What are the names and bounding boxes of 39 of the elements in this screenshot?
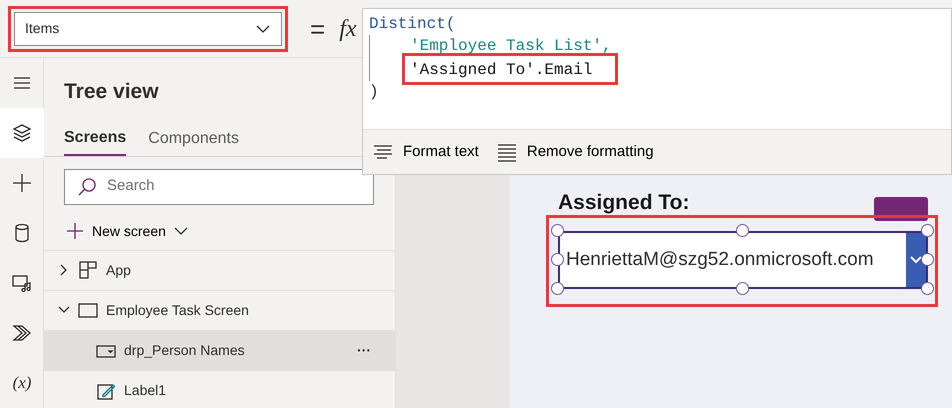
selection-handle[interactable]	[921, 282, 934, 295]
tree-item[interactable]: Label1	[44, 370, 395, 408]
toolbar-button[interactable]: Format text	[373, 140, 479, 164]
code-line: Distinct(	[369, 14, 456, 35]
selection-handle[interactable]	[736, 224, 749, 237]
selection-handle[interactable]	[921, 224, 934, 237]
panel-title: Tree view	[64, 79, 159, 105]
search-input[interactable]: Search	[105, 174, 345, 199]
automate-icon[interactable]	[12, 323, 32, 343]
tree-item[interactable]: drp_Person Names ···	[44, 330, 395, 370]
equals-sign: =	[310, 16, 326, 42]
dropdown-button[interactable]	[906, 233, 926, 287]
plus-icon[interactable]	[12, 173, 32, 193]
formula-editor[interactable]: Distinct( 'Employee Task List', 'Assigned To'.Email ) Format text Remove formatting	[362, 8, 952, 175]
tree-item[interactable]: App	[44, 250, 395, 290]
more-button[interactable]: ···	[357, 340, 371, 361]
selection-handle[interactable]	[551, 224, 564, 237]
code-line: )	[369, 82, 379, 103]
tab[interactable]: Components	[148, 126, 239, 156]
remove-formatting-icon	[496, 142, 517, 162]
selection-handle[interactable]	[551, 253, 564, 266]
dropdown-field[interactable]: HenriettaM@szg52.onmicrosoft.com	[558, 231, 928, 289]
property-dropdown[interactable]: Items	[14, 12, 282, 46]
layers-icon[interactable]	[12, 123, 32, 143]
code-line: 'Employee Task List',	[369, 35, 612, 57]
app-icon	[78, 260, 98, 280]
selection-handle[interactable]	[736, 282, 749, 295]
new-screen-button[interactable]: New screen	[44, 212, 395, 250]
toolbar-button[interactable]: Remove formatting	[496, 140, 654, 164]
field-label: Assigned To:	[558, 192, 690, 214]
media-icon[interactable]	[12, 273, 32, 293]
selection-handle[interactable]	[921, 253, 934, 266]
tab[interactable]: Screens	[64, 126, 126, 156]
selection-handle[interactable]	[551, 282, 564, 295]
fx-label: fx	[339, 14, 357, 44]
search-icon	[77, 176, 97, 196]
plus-icon	[66, 222, 84, 240]
variables-button[interactable]: (x)	[0, 358, 44, 408]
search-field[interactable]: Search	[64, 168, 374, 204]
